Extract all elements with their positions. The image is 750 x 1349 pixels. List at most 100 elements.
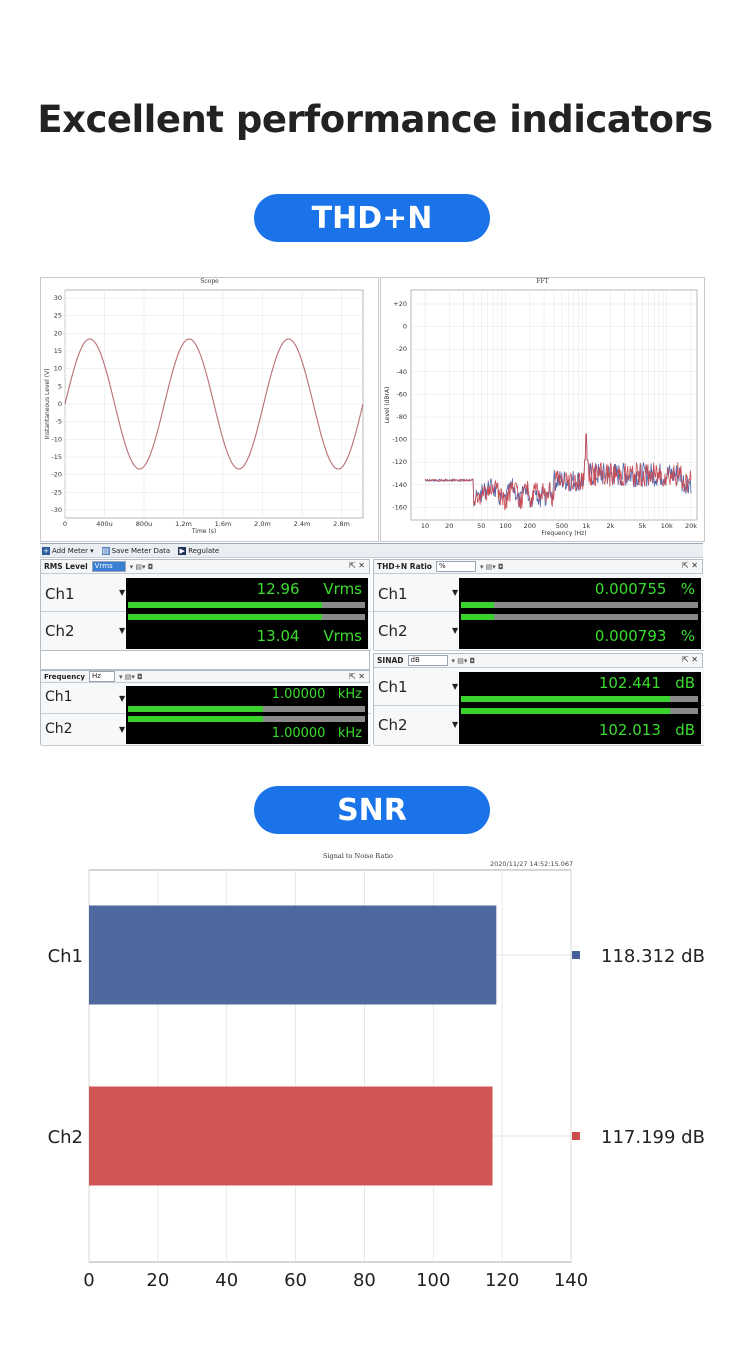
freq-ch2-unit: kHz (337, 726, 362, 741)
thdn-ch2-readout: 0.000793 % (595, 627, 695, 645)
snr-xtick: 40 (215, 1270, 238, 1291)
fft-xtick: 20 (445, 522, 453, 530)
snr-section-badge: SNR (254, 786, 490, 834)
thdn-ch1-display: 0.000755 % (459, 578, 701, 612)
rms-ch2-dropdown-icon[interactable]: ▼ (119, 626, 125, 635)
regulate-label: Regulate (188, 546, 220, 555)
freq-ch1-bar (128, 706, 365, 712)
fft-ylabel: Level (dBrA) (384, 387, 391, 424)
sinad-ch1-value: 102.441 (598, 674, 661, 692)
freq-ch2-dropdown-icon[interactable]: ▼ (119, 725, 125, 734)
sinad-ch2-display: 102.013 dB (459, 706, 701, 744)
rms-ch1-row: Ch1 ▼ 12.96 Vrms (41, 574, 371, 612)
meter-toolbar: + Add Meter ▾ ▤ Save Meter Data ▶ Regula… (40, 543, 703, 558)
frequency-meter: Frequency Hz ▾ ▤▾ ◘ ⇱ ✕ Ch1 ▼ 1.00000 kH… (40, 670, 371, 746)
thdn-ch1-dropdown-icon[interactable]: ▼ (452, 588, 458, 597)
freq-unit-select[interactable]: Hz (88, 671, 115, 682)
close-icon[interactable]: ⇱ ✕ (349, 561, 365, 570)
scope-plot: 302520151050-5-10-15-20-25-300 400u 800u 1.… (44, 289, 364, 535)
sinad-ch1-dropdown-icon[interactable]: ▼ (452, 682, 458, 691)
snr-xtick: 100 (416, 1270, 450, 1291)
thdn-ch2-bar-fill (461, 614, 495, 620)
add-icon: + (42, 546, 50, 555)
sinad-unit-select[interactable]: dB (407, 655, 448, 666)
sinad-ch1-label: Ch1 (378, 678, 408, 696)
close-icon[interactable]: ⇱ ✕ (682, 561, 698, 570)
thdn-ch2-unit: % (680, 627, 695, 645)
snr-category-label: Ch2 (48, 1127, 83, 1148)
scope-ytick: -20 (51, 471, 62, 479)
empty-meter-slot (40, 650, 370, 670)
freq-ch2-display: 1.00000 kHz (126, 714, 368, 744)
rms-ch2-bar (128, 614, 365, 620)
scope-ytick: 25 (54, 312, 62, 320)
freq-meter-title: Frequency (44, 672, 85, 681)
sinad-meter-title: SINAD (377, 656, 404, 665)
dropdown-arrow-icon: ▾ (90, 546, 94, 555)
rms-ch1-label: Ch1 (45, 585, 75, 603)
fft-xtick: 2k (606, 522, 614, 530)
settings-icon[interactable]: ▾ ▤▾ ◘ (452, 657, 476, 665)
save-icon: ▤ (101, 546, 110, 555)
fft-xtick: 100 (499, 522, 511, 530)
scope-ytick: -5 (56, 418, 62, 426)
close-icon[interactable]: ⇱ ✕ (682, 655, 698, 664)
snr-xtick: 120 (485, 1270, 519, 1291)
freq-ch1-display: 1.00000 kHz (126, 686, 368, 714)
thdn-ch2-bar (461, 614, 698, 620)
scope-xtick: 0 (63, 520, 67, 528)
scope-ytick: 10 (54, 365, 62, 373)
rms-ch1-dropdown-icon[interactable]: ▼ (119, 588, 125, 597)
freq-ch2-bar-fill (128, 716, 264, 722)
thdn-ch2-dropdown-icon[interactable]: ▼ (452, 626, 458, 635)
snr-legend-swatch (572, 1132, 580, 1140)
scope-xtick: 2.0m (254, 520, 271, 528)
save-meter-data-button[interactable]: ▤ Save Meter Data (101, 546, 170, 555)
rms-unit-select[interactable]: Vrms (91, 561, 126, 572)
sinad-ch1-display: 102.441 dB (459, 672, 701, 706)
rms-ch1-bar-fill (128, 602, 323, 608)
thdn-ratio-meter: THD+N Ratio % ▾ ▤▾ ◘ ⇱ ✕ Ch1 ▼ 0.000755 … (373, 559, 704, 651)
freq-ch2-readout: 1.00000 kHz (272, 726, 362, 741)
scope-ylabel: Instantaneous Level (V) (44, 368, 51, 439)
scope-ytick: -25 (51, 488, 62, 496)
snr-xtick: 80 (353, 1270, 376, 1291)
thdn-unit-select[interactable]: % (435, 561, 476, 572)
rms-ch1-display: 12.96 Vrms (126, 578, 368, 612)
thdn-ch1-readout: 0.000755 % (595, 580, 695, 598)
rms-ch2-display: 13.04 Vrms (126, 612, 368, 649)
scope-ytick: -15 (51, 453, 62, 461)
freq-ch1-row: Ch1 ▼ 1.00000 kHz (41, 683, 371, 714)
fft-ytick: -20 (396, 345, 407, 353)
scope-xtick: 1.2m (175, 520, 192, 528)
fft-xtick: 20k (685, 522, 697, 530)
fft-ytick: +20 (393, 300, 407, 308)
scope-xtick: 400u (96, 520, 113, 528)
sinad-ch1-readout: 102.441 dB (599, 674, 695, 692)
freq-ch1-dropdown-icon[interactable]: ▼ (119, 694, 125, 703)
fft-xtick: 500 (556, 522, 568, 530)
scope-ytick: 15 (54, 347, 62, 355)
fft-ytick: -160 (392, 503, 407, 511)
fft-ytick: -120 (392, 458, 407, 466)
snr-xtick: 20 (146, 1270, 169, 1291)
settings-icon[interactable]: ▾ ▤▾ ◘ (130, 563, 154, 571)
settings-icon[interactable]: ▾ ▤▾ ◘ (480, 563, 504, 571)
thdn-meter-header: THD+N Ratio % ▾ ▤▾ ◘ ⇱ ✕ (374, 560, 702, 574)
scope-ytick: 5 (58, 382, 62, 390)
rms-ch2-unit: Vrms (323, 627, 362, 645)
thdn-ch1-label: Ch1 (378, 585, 408, 603)
close-icon[interactable]: ⇱ ✕ (349, 672, 365, 681)
rms-meter-title: RMS Level (44, 562, 88, 571)
thdn-ch2-row: Ch2 ▼ 0.000793 % (374, 612, 704, 651)
sinad-ch2-dropdown-icon[interactable]: ▼ (452, 720, 458, 729)
regulate-button[interactable]: ▶ Regulate (178, 546, 220, 555)
add-meter-button[interactable]: + Add Meter ▾ (42, 546, 94, 555)
scope-panel: Scope 30 25 20 15 10 5 0 -5 -10 -15 -20 -25 -30 0 400u… (40, 277, 379, 542)
settings-icon[interactable]: ▾ ▤▾ ◘ (119, 673, 143, 681)
rms-meter-header: RMS Level Vrms ▾ ▤▾ ◘ ⇱ ✕ (41, 560, 369, 574)
thdn-ch1-bar (461, 602, 698, 608)
sinad-ch2-bar-fill (461, 708, 670, 714)
fft-xtick: 10k (661, 522, 673, 530)
snr-bar-chart: 0 20 40 60 80 100 120 140 Ch1 118.312 dB Ch2 117.19… (48, 869, 705, 1291)
